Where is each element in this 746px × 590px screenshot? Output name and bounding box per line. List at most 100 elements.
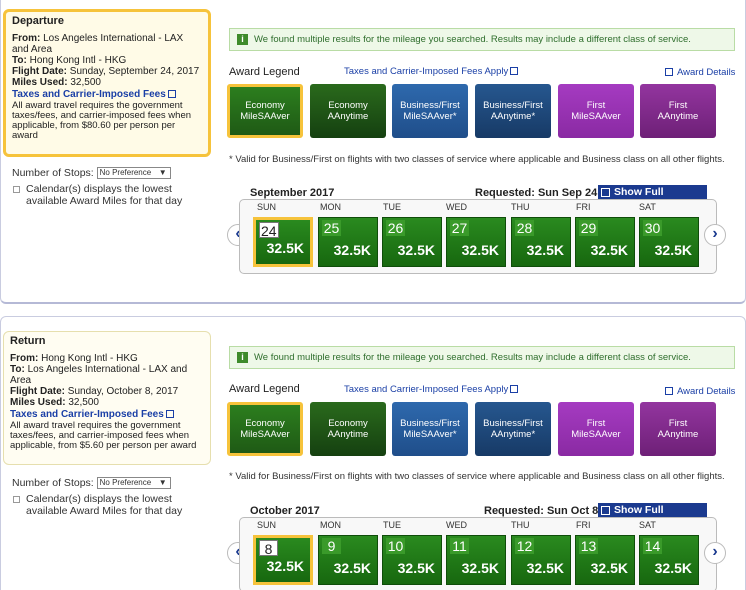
- return-date: Flight Date: Sunday, October 8, 2017: [10, 386, 179, 397]
- chevron-right-icon: ›: [712, 543, 718, 560]
- return-section: Return From: Hong Kong Intl - HKG To: Lo…: [0, 316, 746, 590]
- external-link-icon: [167, 90, 176, 99]
- calendar-day[interactable]: 25 32.5K: [318, 217, 378, 267]
- return-calendar: SUN MON TUE WED THU FRI SAT 8 32.5K 9 32.5…: [239, 517, 717, 590]
- return-month: October 2017: [250, 505, 320, 517]
- checkbox-icon: [13, 185, 20, 193]
- calendar-day[interactable]: 29 32.5K: [575, 217, 635, 267]
- dow-mon: MON: [320, 202, 341, 212]
- return-footnote: * Valid for Business/First on flights wi…: [229, 471, 725, 482]
- return-stops-select[interactable]: No Preference ▼: [96, 477, 171, 490]
- chevron-down-icon: ▼: [158, 478, 167, 488]
- dow-sun: SUN: [257, 520, 277, 530]
- calendar-day[interactable]: 27 32.5K: [446, 217, 506, 267]
- external-link-icon: [165, 410, 174, 419]
- departure-stops-select[interactable]: No Preference ▼: [96, 167, 171, 180]
- return-tax-note: All award travel requires the government…: [10, 420, 197, 451]
- legend-economy-aanytime[interactable]: Economy AAnytime: [310, 84, 386, 138]
- calendar-day[interactable]: 26 32.5K: [382, 217, 442, 267]
- legend-first-milesaaver[interactable]: First MileSAAver: [558, 84, 634, 138]
- dow-thu: THU: [511, 520, 530, 530]
- legend-economy-milesaaver[interactable]: Economy MileSAAver: [227, 84, 303, 138]
- return-award-details-link[interactable]: Award Details: [663, 386, 735, 397]
- info-icon: i: [237, 352, 248, 363]
- departure-info-banner: i We found multiple results for the mile…: [229, 28, 735, 51]
- return-stops: Number of Stops: No Preference ▼: [12, 477, 171, 490]
- departure-requested: Requested: Sun Sep 24: [475, 187, 598, 199]
- calendar-day[interactable]: 28 32.5K: [511, 217, 571, 267]
- return-show-full-calendar[interactable]: Show Full Calendar: [598, 503, 707, 531]
- departure-date: Flight Date: Sunday, September 24, 2017: [12, 66, 200, 77]
- legend-economy-milesaaver[interactable]: Economy MileSAAver: [227, 402, 303, 456]
- return-next-week[interactable]: ›: [704, 542, 726, 564]
- return-taxes-link[interactable]: Taxes and Carrier-Imposed Fees Apply: [344, 384, 519, 395]
- departure-stops: Number of Stops: No Preference ▼: [12, 167, 171, 180]
- departure-title: Departure: [12, 15, 64, 27]
- departure-section: Departure From: Los Angeles Internationa…: [0, 0, 746, 304]
- legend-first-aanytime[interactable]: First AAnytime: [640, 84, 716, 138]
- departure-footnote: * Valid for Business/First on flights wi…: [229, 154, 725, 165]
- departure-show-full-calendar[interactable]: Show Full Calendar: [598, 185, 707, 213]
- calendar-icon: [601, 506, 610, 515]
- legend-economy-aanytime[interactable]: Economy AAnytime: [310, 402, 386, 456]
- checkbox-icon: [13, 495, 20, 503]
- return-from: From: Hong Kong Intl - HKG: [10, 353, 138, 364]
- dow-fri: FRI: [576, 202, 591, 212]
- return-to: To: Los Angeles International - LAX and …: [10, 364, 188, 386]
- dow-thu: THU: [511, 202, 530, 212]
- calendar-day[interactable]: 8 32.5K: [253, 535, 313, 585]
- return-miles: Miles Used: 32,500: [10, 397, 99, 408]
- legend-business-aanytime[interactable]: Business/First AAnytime*: [475, 84, 551, 138]
- return-tax-link[interactable]: Taxes and Carrier-Imposed Fees: [10, 409, 204, 420]
- departure-next-week[interactable]: ›: [704, 224, 726, 246]
- departure-month: September 2017: [250, 187, 335, 199]
- dow-sat: SAT: [639, 520, 656, 530]
- calendar-day[interactable]: 30 32.5K: [639, 217, 699, 267]
- legend-business-milesaaver[interactable]: Business/First MileSAAver*: [392, 84, 468, 138]
- calendar-icon: [601, 188, 610, 197]
- return-summary[interactable]: Return From: Hong Kong Intl - HKG To: Lo…: [3, 331, 211, 465]
- departure-calendar-note: Calendar(s) displays the lowest availabl…: [13, 183, 182, 207]
- chevron-right-icon: ›: [712, 225, 718, 242]
- calendar-day[interactable]: 9 32.5K: [318, 535, 378, 585]
- return-legend-title: Award Legend: [229, 383, 300, 395]
- dow-mon: MON: [320, 520, 341, 530]
- departure-legend-title: Award Legend: [229, 66, 300, 78]
- external-link-icon: [510, 67, 519, 76]
- departure-calendar: SUN MON TUE WED THU FRI SAT 24 32.5K 25 32…: [239, 199, 717, 274]
- departure-summary[interactable]: Departure From: Los Angeles Internationa…: [3, 9, 211, 157]
- calendar-day[interactable]: 13 32.5K: [575, 535, 635, 585]
- legend-first-milesaaver[interactable]: First MileSAAver: [558, 402, 634, 456]
- return-info-banner: i We found multiple results for the mile…: [229, 346, 735, 369]
- legend-business-aanytime[interactable]: Business/First AAnytime*: [475, 402, 551, 456]
- chevron-down-icon: ▼: [158, 168, 167, 178]
- legend-first-aanytime[interactable]: First AAnytime: [640, 402, 716, 456]
- return-calendar-note: Calendar(s) displays the lowest availabl…: [13, 493, 182, 517]
- calendar-day[interactable]: 24 32.5K: [253, 217, 313, 267]
- calendar-day[interactable]: 14 32.5K: [639, 535, 699, 585]
- dow-tue: TUE: [383, 520, 401, 530]
- dow-fri: FRI: [576, 520, 591, 530]
- dow-wed: WED: [446, 202, 467, 212]
- document-icon: [665, 387, 673, 396]
- return-requested: Requested: Sun Oct 8: [484, 505, 599, 517]
- external-link-icon: [510, 385, 519, 394]
- dow-sun: SUN: [257, 202, 277, 212]
- calendar-day[interactable]: 10 32.5K: [382, 535, 442, 585]
- dow-wed: WED: [446, 520, 467, 530]
- dow-tue: TUE: [383, 202, 401, 212]
- departure-taxes-link[interactable]: Taxes and Carrier-Imposed Fees Apply: [344, 66, 519, 77]
- departure-miles: Miles Used: 32,500: [12, 77, 101, 88]
- calendar-day[interactable]: 11 32.5K: [446, 535, 506, 585]
- legend-business-milesaaver[interactable]: Business/First MileSAAver*: [392, 402, 468, 456]
- calendar-day[interactable]: 12 32.5K: [511, 535, 571, 585]
- departure-to: To: Hong Kong Intl - HKG: [12, 55, 127, 66]
- departure-from: From: Los Angeles International - LAX an…: [12, 33, 184, 55]
- departure-tax-note: All award travel requires the government…: [12, 100, 192, 141]
- departure-award-details-link[interactable]: Award Details: [663, 67, 735, 78]
- dow-sat: SAT: [639, 202, 656, 212]
- document-icon: [665, 68, 673, 77]
- return-title: Return: [10, 335, 46, 347]
- departure-tax-link[interactable]: Taxes and Carrier-Imposed Fees: [12, 89, 202, 100]
- info-icon: i: [237, 34, 248, 45]
